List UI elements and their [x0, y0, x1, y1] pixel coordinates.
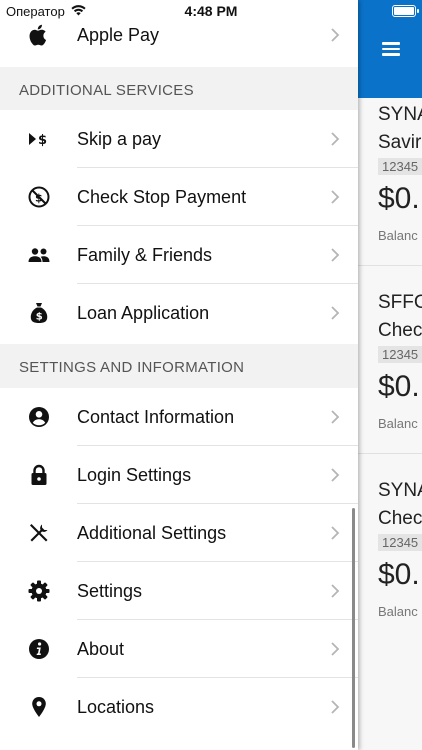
gear-icon — [27, 579, 51, 603]
chevron-right-icon — [331, 248, 340, 262]
chevron-right-icon — [331, 526, 340, 540]
account-name: SYNA — [378, 480, 422, 501]
menu-item-label: Check Stop Payment — [77, 187, 247, 207]
chevron-right-icon — [331, 132, 340, 146]
hamburger-menu-icon[interactable] — [382, 42, 400, 56]
clock: 4:48 PM — [184, 3, 238, 19]
chevron-right-icon — [331, 584, 340, 598]
stop-check-icon: $ — [27, 185, 51, 209]
menu-item-label: About — [77, 639, 125, 659]
menu-item-label: Locations — [77, 697, 155, 717]
account-name: SYNA — [378, 104, 422, 125]
scrollbar[interactable] — [352, 508, 355, 748]
account-amount: $0. — [378, 182, 420, 215]
section-header-additional-services: ADDITIONAL SERVICES — [0, 67, 358, 113]
location-pin-icon — [27, 695, 51, 719]
section-title: ADDITIONAL SERVICES — [19, 82, 194, 99]
chevron-right-icon — [331, 700, 340, 714]
account-type: Chec — [378, 508, 422, 529]
section-header-settings-and-information: SETTINGS AND INFORMATION — [0, 344, 358, 390]
svg-text:$: $ — [35, 192, 43, 205]
account-type: Savir — [378, 132, 422, 153]
status-bar: Оператор 4:48 PM — [0, 0, 358, 22]
chevron-right-icon — [331, 306, 340, 320]
chevron-right-icon — [331, 410, 340, 424]
divider — [358, 265, 422, 266]
tools-icon — [27, 521, 51, 545]
account-name: SFFC — [378, 292, 422, 313]
menu-item-label: Loan Application — [77, 303, 210, 323]
menu-item-settings[interactable]: Settings — [0, 562, 358, 620]
balance-label: Balanc — [378, 416, 418, 431]
chevron-right-icon — [331, 190, 340, 204]
account-number: 12345 — [378, 158, 422, 175]
chevron-right-icon — [331, 28, 340, 42]
svg-text:$: $ — [38, 133, 47, 148]
menu-item-loan-application[interactable]: $ Loan Application — [0, 284, 358, 342]
info-icon — [27, 637, 51, 661]
account-number: 12345 — [378, 534, 422, 551]
account-number: 12345 — [378, 346, 422, 363]
menu-item-label: Additional Settings — [77, 523, 227, 543]
user-circle-icon — [27, 405, 51, 429]
money-bag-icon: $ — [27, 301, 51, 325]
section-title: SETTINGS AND INFORMATION — [19, 359, 245, 376]
menu-item-about[interactable]: About — [0, 620, 358, 678]
menu-item-label: Skip a pay — [77, 129, 162, 149]
menu-item-skip-a-pay[interactable]: $ Skip a pay — [0, 110, 358, 168]
accounts-panel: SYNA Savir 12345 $0. Balanc SFFC Chec 12… — [358, 0, 422, 750]
menu-item-label: Contact Information — [77, 407, 235, 427]
menu-item-family-friends[interactable]: Family & Friends — [0, 226, 358, 284]
apple-icon — [27, 23, 51, 47]
menu-item-label: Apple Pay — [77, 25, 160, 45]
balance-label: Balanc — [378, 228, 418, 243]
menu-item-additional-settings[interactable]: Additional Settings — [0, 504, 358, 562]
skip-pay-icon: $ — [27, 127, 51, 151]
account-amount: $0. — [378, 370, 420, 403]
chevron-right-icon — [331, 468, 340, 482]
chevron-right-icon — [331, 642, 340, 656]
lock-icon — [27, 463, 51, 487]
balance-label: Balanc — [378, 604, 418, 619]
menu-item-login-settings[interactable]: Login Settings — [0, 446, 358, 504]
menu-item-locations[interactable]: Locations — [0, 678, 358, 736]
divider — [358, 453, 422, 454]
svg-text:$: $ — [36, 312, 43, 323]
account-amount: $0. — [378, 558, 420, 591]
menu-item-label: Login Settings — [77, 465, 192, 485]
menu-item-check-stop-payment[interactable]: $ Check Stop Payment — [0, 168, 358, 226]
account-type: Chec — [378, 320, 422, 341]
menu-item-label: Settings — [77, 581, 143, 601]
navigation-drawer: Apple Pay ADDITIONAL SERVICES $ Skip a p… — [0, 0, 358, 750]
menu-item-contact-information[interactable]: Contact Information — [0, 388, 358, 446]
menu-item-label: Family & Friends — [77, 245, 213, 265]
people-icon — [27, 243, 51, 267]
